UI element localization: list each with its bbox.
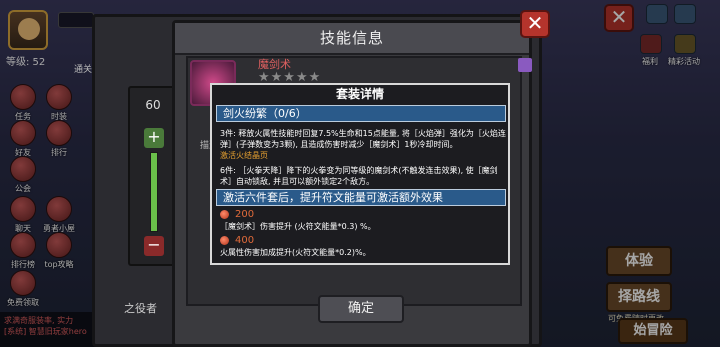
set-tier-3: 3件: 释放火属性技能时回复7.5%生命和15点能量, 将［火焰弹］强化为［火焰… <box>220 128 506 161</box>
tag-icon[interactable] <box>518 58 532 72</box>
bonus-description: 火属性伤害加成提升(火符文能量*0.2)%。 <box>220 248 371 257</box>
minus-icon[interactable]: − <box>144 236 164 256</box>
tier3-activate-link[interactable]: 激活火结晶页 <box>220 150 506 161</box>
level-slider[interactable]: 60 + − <box>128 86 178 266</box>
close-icon[interactable]: ✕ <box>520 10 550 38</box>
skill-dialog-title: 技能信息 <box>175 23 529 55</box>
bonus-threshold: 200 <box>235 209 255 220</box>
gem-icon <box>220 210 229 219</box>
set-popup-title: 套装详情 <box>335 87 384 101</box>
bonus-row: 200 ［魔剑术］伤害提升 (火符文能量*0.3) %。 <box>220 209 506 232</box>
set-details-popup: 套装详情 剑火纷繁（0/6） 3件: 释放火属性技能时回复7.5%生命和15点能… <box>210 83 510 265</box>
set-tier-6: 6件: ［火拳天降］降下的火拳变为同等级的魔剑术(不触发连击效果), 使［魔剑术… <box>220 165 506 187</box>
bonus-description: ［魔剑术］伤害提升 (火符文能量*0.3) %。 <box>220 222 376 231</box>
tier3-description: 3件: 释放火属性技能时回复7.5%生命和15点能量, 将［火焰弹］强化为［火焰… <box>220 129 506 149</box>
bonus-row: 400 火属性伤害加成提升(火符文能量*0.2)%。 <box>220 235 506 258</box>
slider-value: 60 <box>145 98 161 112</box>
panel-caption: 之役者 <box>124 302 157 315</box>
slider-track[interactable] <box>150 152 158 232</box>
plus-icon[interactable]: + <box>144 128 164 148</box>
panel-hint: 通关 <box>74 65 93 75</box>
tier6-description: 6件: ［火拳天降］降下的火拳变为同等级的魔剑术(不触发连击效果), 使［魔剑术… <box>220 166 498 186</box>
gem-icon <box>220 236 229 245</box>
bonus-threshold: 400 <box>235 235 255 246</box>
bonus-title: 激活六件套后，提升符文能量可激活额外效果 <box>216 189 506 206</box>
set-name: 剑火纷繁（0/6） <box>216 105 506 122</box>
confirm-button[interactable]: 确定 <box>318 295 404 323</box>
